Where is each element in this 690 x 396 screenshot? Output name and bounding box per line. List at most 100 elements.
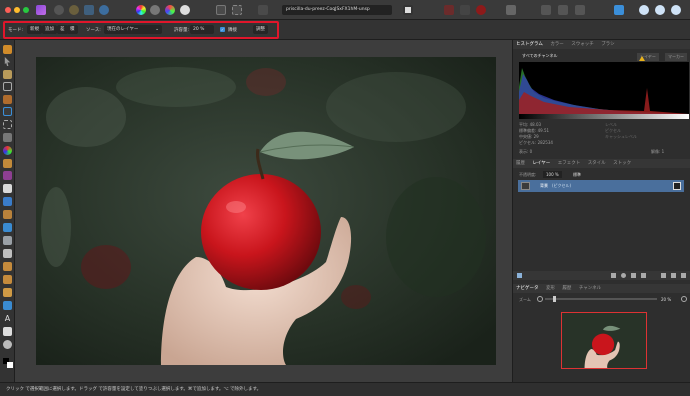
document-tab-title[interactable]: priscilla-du-preez-CoqJSxFX1hM-unsp [282,5,392,15]
freehand-select-tool-icon[interactable] [3,133,12,142]
tone-mapping-persona-icon[interactable] [84,5,94,15]
pixel-tool-icon[interactable] [3,171,12,180]
add-layer-icon[interactable] [671,273,676,278]
live-filter-icon[interactable] [631,273,636,278]
arrange-icon[interactable] [541,5,551,15]
blend-mode-dropdown[interactable]: 標準 [573,172,581,178]
brush-icon[interactable] [641,273,646,278]
mask-layer-icon[interactable] [611,273,616,278]
transform-icon[interactable] [575,5,585,15]
mode-new-button[interactable]: 新規 [27,25,42,34]
resolution-field[interactable]: 解像: 1 [651,149,664,155]
zoom-out-icon[interactable] [537,296,543,302]
marquee-tool-icon[interactable] [3,120,12,129]
tab-swatches[interactable]: スウォッチ [568,40,597,49]
account-icon[interactable] [639,5,649,15]
hand-tool-icon[interactable] [3,45,12,54]
group-icon[interactable] [661,273,666,278]
smudge-tool-icon[interactable] [3,262,12,271]
share-icon[interactable] [671,5,681,15]
develop-persona-icon[interactable] [69,5,79,15]
tab-channels[interactable]: チャンネル [576,284,604,293]
tab-transform[interactable]: 変形 [543,284,558,293]
hsl-icon[interactable] [165,5,175,15]
red-eye-tool-icon[interactable] [3,249,12,258]
layer-settings-icon[interactable] [517,273,522,278]
minimize-window-button[interactable] [14,7,20,13]
levels-icon[interactable] [150,5,160,15]
contiguous-checkbox[interactable]: ✓ [220,27,225,32]
navigator-view-box[interactable] [561,312,647,369]
personas-icon[interactable] [614,5,624,15]
zoom-tool-icon[interactable] [3,340,12,349]
dodge-tool-icon[interactable] [3,210,12,219]
tab-brushes[interactable]: ブラシ [598,40,617,49]
close-window-button[interactable] [5,7,11,13]
marker-button[interactable]: マーカー [665,53,687,61]
flood-fill-tool-icon[interactable] [3,197,12,206]
visibility-checkbox[interactable] [673,182,681,190]
histogram-chart [519,68,689,114]
color-wheel-tool-icon[interactable] [3,146,12,155]
white-balance-icon[interactable] [180,5,190,15]
zoom-in-icon[interactable] [681,296,687,302]
tab-histogram[interactable]: ヒストグラム [513,40,546,49]
grid-icon[interactable] [460,5,470,15]
blur-brush-tool-icon[interactable] [3,275,12,284]
liquify-persona-icon[interactable] [54,5,64,15]
zoom-window-button[interactable] [23,7,29,13]
zoom-slider-handle[interactable] [553,296,556,302]
tab-stock[interactable]: ストック [610,159,634,168]
shape-tool-icon[interactable] [3,301,12,310]
pen-tool-icon[interactable] [3,288,12,297]
invert-selection-icon[interactable] [258,5,268,15]
adjustment-layer-icon[interactable] [621,273,626,278]
healing-tool-icon[interactable] [3,236,12,245]
mesh-warp-tool-icon[interactable] [3,327,12,336]
cloud-icon[interactable] [655,5,665,15]
channel-dropdown[interactable]: すべてのチャンネル [522,53,557,59]
tab-styles[interactable]: スタイル [585,159,609,168]
eraser-tool-icon[interactable] [3,184,12,193]
tab-effects[interactable]: エフェクト [555,159,584,168]
paint-brush-tool-icon[interactable] [3,159,12,168]
export-persona-icon[interactable] [99,5,109,15]
move-tool-icon[interactable] [4,57,11,66]
source-dropdown[interactable]: 現在のレイヤー ⌄ [104,25,162,34]
affinity-photo-logo-icon[interactable] [36,5,46,15]
tolerance-field[interactable]: 20 % [190,25,214,34]
tab-navigator[interactable]: ナビゲータ [513,284,542,293]
pixels-value: 282534 [537,140,553,145]
clone-tool-icon[interactable] [3,223,12,232]
flood-select-tool-icon[interactable] [3,107,12,116]
display-field[interactable]: 表示: 0 [519,149,532,155]
text-tool-icon[interactable]: A [3,314,12,323]
mode-subtract-button[interactable]: 差 [57,25,68,34]
document-canvas-image[interactable] [36,57,496,365]
delete-layer-icon[interactable] [681,273,686,278]
layer-row-selected[interactable]: 背景 (ピクセル) [518,180,684,192]
opacity-field[interactable]: 100 % [543,171,562,178]
tab-layers[interactable]: レイヤー [529,159,553,168]
quick-mask-icon[interactable] [403,5,413,15]
tab-color[interactable]: カラー [547,40,567,49]
refine-button[interactable]: 調整 [253,25,268,34]
secondary-color-swatch[interactable] [7,362,13,368]
select-all-icon[interactable] [216,5,226,15]
snapping-icon[interactable] [444,5,454,15]
mode-add-button[interactable]: 追加 [42,25,57,34]
tab-history[interactable]: 履歴 [513,159,528,168]
right-panels: ヒストグラム カラー スウォッチ ブラシ すべてのチャンネル レイヤー マーカー… [512,40,690,382]
mode-intersect-button[interactable]: 積 [67,25,78,34]
color-picker-tool-icon[interactable] [3,70,12,79]
selection-brush-tool-icon[interactable] [3,95,12,104]
view-mode-icon[interactable] [476,5,486,15]
crop-tool-icon[interactable] [3,82,12,91]
color-wheel-icon[interactable] [136,5,146,15]
assistant-icon[interactable] [506,5,516,15]
tab-history-nav[interactable]: 履歴 [559,284,574,293]
align-icon[interactable] [558,5,568,15]
zoom-slider[interactable] [545,298,657,300]
deselect-icon[interactable] [232,5,242,15]
navigator-preview[interactable] [561,312,647,369]
